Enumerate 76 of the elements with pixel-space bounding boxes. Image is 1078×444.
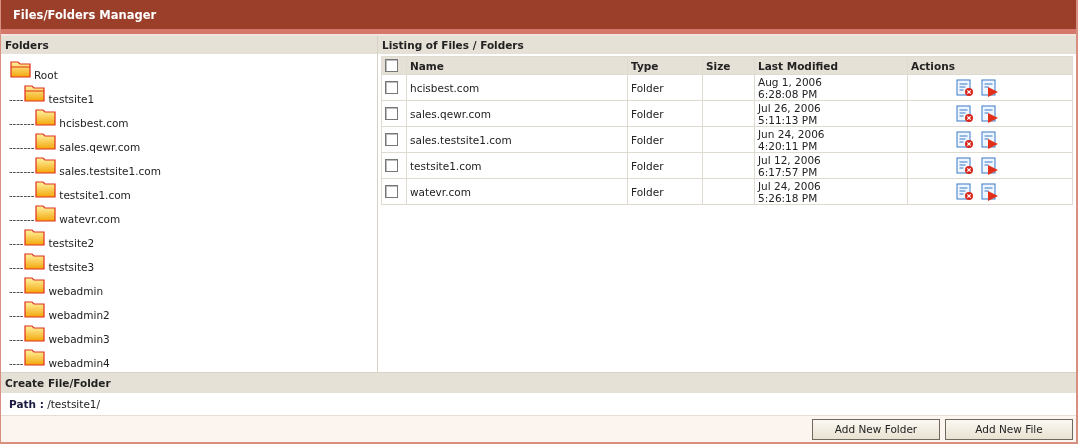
add-button[interactable]: Add New Folder [812, 418, 940, 440]
tree-connector: ---- [9, 94, 24, 106]
tree-item[interactable]: webadmin3 [48, 332, 110, 346]
folder-icon [10, 60, 32, 78]
tree-item[interactable]: webadmin [48, 284, 104, 298]
tree-connector: ---- [9, 334, 24, 346]
tree-connector: ---- [9, 310, 24, 322]
table-cell: hcisbest.com [406, 74, 628, 101]
delete-file-icon[interactable] [956, 130, 974, 149]
folder-icon [24, 276, 47, 294]
tree-item[interactable]: watevr.com [59, 212, 121, 226]
column-header: Last Modified [754, 56, 908, 75]
delete-file-icon[interactable] [956, 156, 974, 175]
folder-icon [35, 132, 58, 150]
table-cell: Folder [627, 126, 703, 153]
folder-icon [35, 156, 58, 174]
checkbox[interactable] [385, 159, 398, 173]
delete-file-icon[interactable] [956, 104, 974, 123]
tree-item[interactable]: webadmin4 [48, 356, 110, 370]
tree-connector: ------- [9, 166, 35, 178]
tree-connector: ---- [9, 286, 24, 298]
column-header: Size [702, 56, 755, 75]
table-cell: sales.qewr.com [406, 100, 628, 127]
tree-item[interactable]: testsite3 [48, 260, 95, 274]
table-cell: sales.testsite1.com [406, 126, 628, 153]
folder-icon [35, 180, 58, 198]
checkbox[interactable] [385, 59, 398, 73]
table-cell: Jul 12, 2006 6:17:57 PM [754, 152, 908, 179]
column-header: Type [627, 56, 703, 75]
delete-file-icon[interactable] [956, 182, 974, 201]
tree-connector: ------- [9, 214, 35, 226]
add-button[interactable]: Add New File [945, 418, 1073, 440]
table-cell: Jul 26, 2006 5:11:13 PM [754, 100, 908, 127]
tree-connector: ---- [9, 238, 24, 250]
delete-file-icon[interactable] [956, 78, 974, 97]
table-cell: watevr.com [406, 178, 628, 205]
table-cell: Folder [627, 74, 703, 101]
checkbox[interactable] [385, 107, 398, 121]
window-title: Files/Folders Manager [13, 7, 157, 22]
folder-icon [24, 300, 47, 318]
folder-icon [24, 84, 47, 102]
tree-item[interactable]: webadmin2 [48, 308, 110, 322]
tree-item[interactable]: testsite2 [48, 236, 95, 250]
table-cell: Folder [627, 178, 703, 205]
folder-icon [24, 228, 47, 246]
tree-item[interactable]: sales.testsite1.com [59, 164, 161, 178]
folder-icon [35, 204, 58, 222]
tree-connector: ---- [9, 358, 24, 370]
tree-item[interactable]: sales.qewr.com [59, 140, 141, 154]
tree-item[interactable]: testsite1.com [59, 188, 131, 202]
table-cell: testsite1.com [406, 152, 628, 179]
folder-icon [24, 252, 47, 270]
checkbox[interactable] [385, 185, 398, 199]
folder-icon [24, 348, 47, 366]
table-cell: Aug 1, 2006 6:28:08 PM [754, 74, 908, 101]
tree-connector: ------- [9, 190, 35, 202]
tree-item[interactable]: hcisbest.com [59, 116, 129, 130]
table-cell: Jul 24, 2006 5:26:18 PM [754, 178, 908, 205]
tree-connector: ------- [9, 142, 35, 154]
folder-icon [35, 108, 58, 126]
table-cell: Jun 24, 2006 4:20:11 PM [754, 126, 908, 153]
tree-item[interactable]: testsite1 [48, 92, 95, 106]
table-cell: Folder [627, 152, 703, 179]
path-text: Path : /testsite1/ [9, 398, 101, 410]
tree-connector: ------- [9, 118, 35, 130]
checkbox[interactable] [385, 133, 398, 147]
checkbox[interactable] [385, 81, 398, 95]
table-cell: Folder [627, 100, 703, 127]
panel-title: Listing of Files / Folders [382, 39, 524, 51]
tree-item[interactable]: Root [34, 68, 58, 82]
column-header: Name [406, 56, 628, 75]
panel-title: Folders [5, 39, 49, 51]
column-header: Actions [907, 56, 1073, 75]
tree-connector: ---- [9, 262, 24, 274]
section-title: Create File/Folder [5, 377, 111, 389]
folder-icon [24, 324, 47, 342]
